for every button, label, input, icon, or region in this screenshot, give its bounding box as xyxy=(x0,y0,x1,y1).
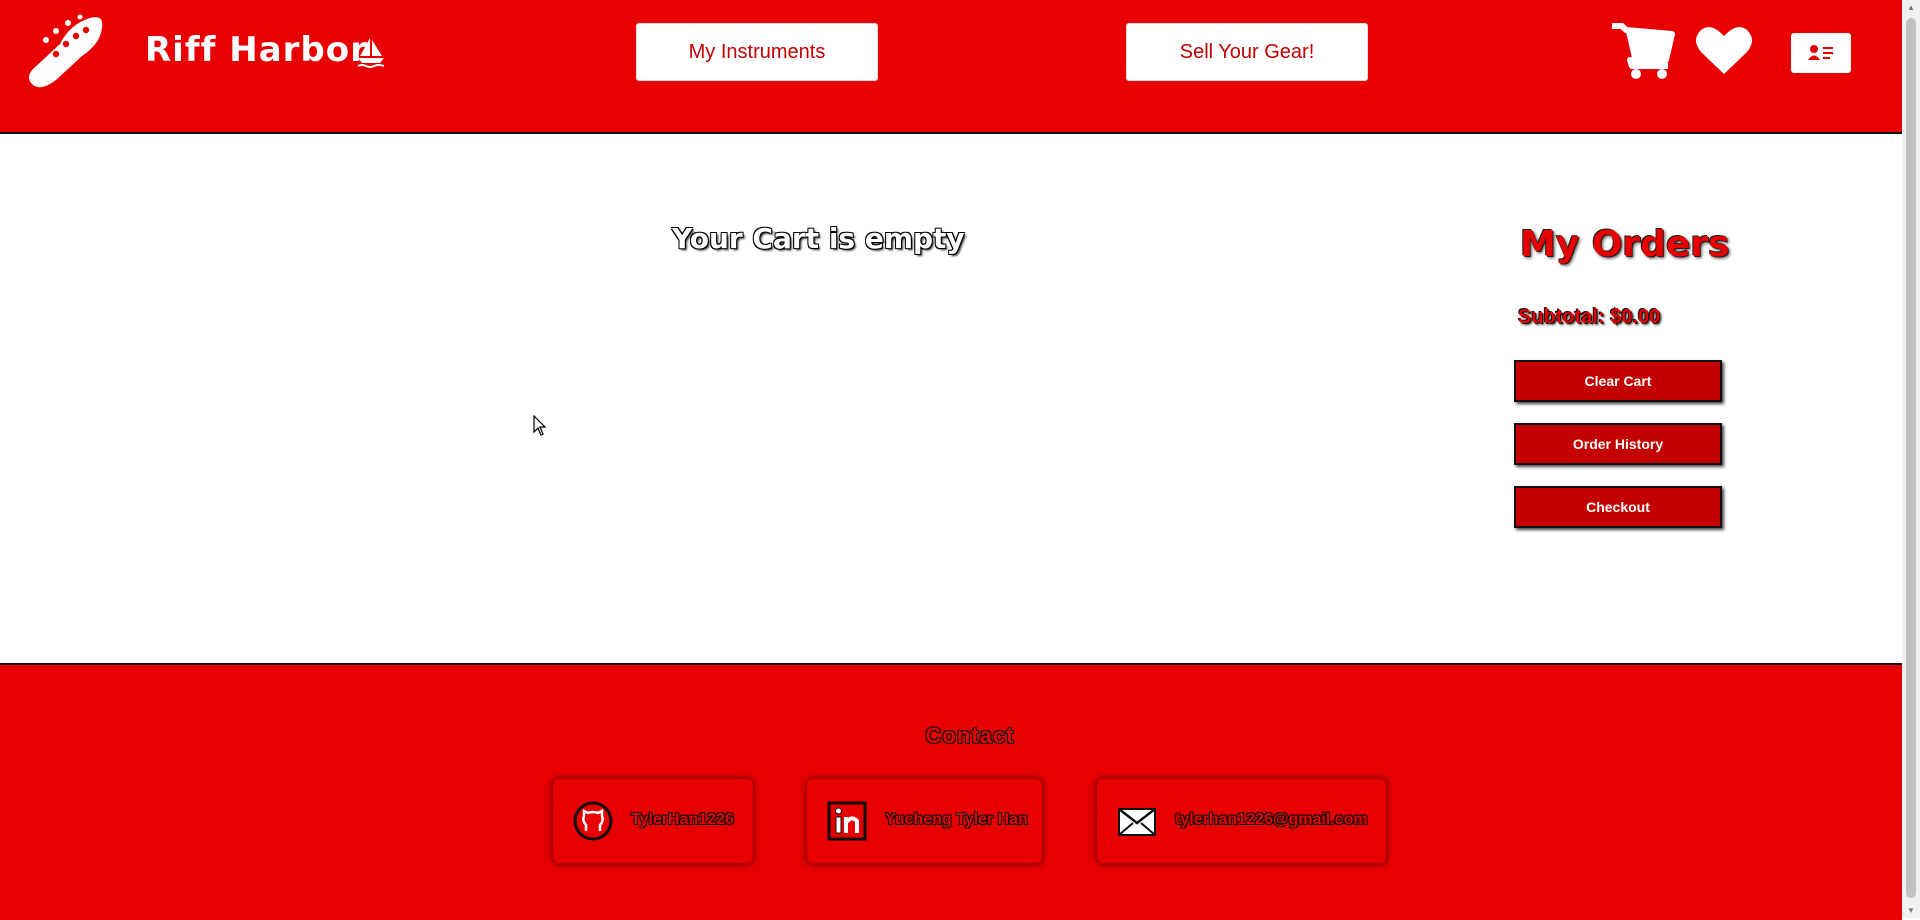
linkedin-link[interactable]: Yucheng Tyler Han xyxy=(807,779,1042,863)
clear-cart-button[interactable]: Clear Cart xyxy=(1514,360,1722,402)
heart-icon[interactable] xyxy=(1695,24,1753,76)
email-label: tylerhan1226@gmail.com xyxy=(1175,811,1368,828)
shopping-cart-icon[interactable] xyxy=(1612,22,1676,80)
checkout-button[interactable]: Checkout xyxy=(1514,486,1722,528)
email-link[interactable]: tylerhan1226@gmail.com xyxy=(1097,779,1386,863)
mouse-cursor-icon xyxy=(533,415,547,436)
my-instruments-button[interactable]: My Instruments xyxy=(636,23,878,81)
email-icon xyxy=(1118,808,1156,836)
sailboat-icon xyxy=(357,38,385,68)
profile-card-icon xyxy=(1808,45,1833,60)
sell-gear-button[interactable]: Sell Your Gear! xyxy=(1126,23,1368,81)
order-history-button[interactable]: Order History xyxy=(1514,423,1722,465)
scrollbar-thumb[interactable] xyxy=(1906,18,1916,898)
linkedin-icon xyxy=(827,801,867,841)
guitar-headstock-icon[interactable] xyxy=(26,14,106,89)
profile-button[interactable] xyxy=(1791,33,1851,73)
github-link[interactable]: TylerHan1226 xyxy=(553,779,753,863)
cart-empty-message: Your Cart is empty xyxy=(672,222,965,255)
scroll-up-icon[interactable]: ▲ xyxy=(1907,3,1915,12)
linkedin-label: Yucheng Tyler Han xyxy=(885,811,1028,828)
subtotal-text: Subtotal: $0.00 xyxy=(1518,306,1661,328)
orders-title: My Orders xyxy=(1520,224,1730,265)
cart-page: Your Cart is empty My Orders Subtotal: $… xyxy=(0,134,1902,663)
top-header: Riff Harbor My Instruments Sell Your Gea… xyxy=(0,0,1902,134)
scroll-down-icon[interactable]: ▼ xyxy=(1907,906,1915,915)
page-scrollbar[interactable]: ▲ ▼ xyxy=(1902,0,1920,918)
footer: Contact TylerHan1226 Yucheng Tyler Han t… xyxy=(0,663,1902,920)
contact-title: Contact xyxy=(925,723,1015,748)
github-label: TylerHan1226 xyxy=(631,811,734,828)
github-icon xyxy=(573,801,613,841)
brand-title[interactable]: Riff Harbor xyxy=(145,30,368,70)
